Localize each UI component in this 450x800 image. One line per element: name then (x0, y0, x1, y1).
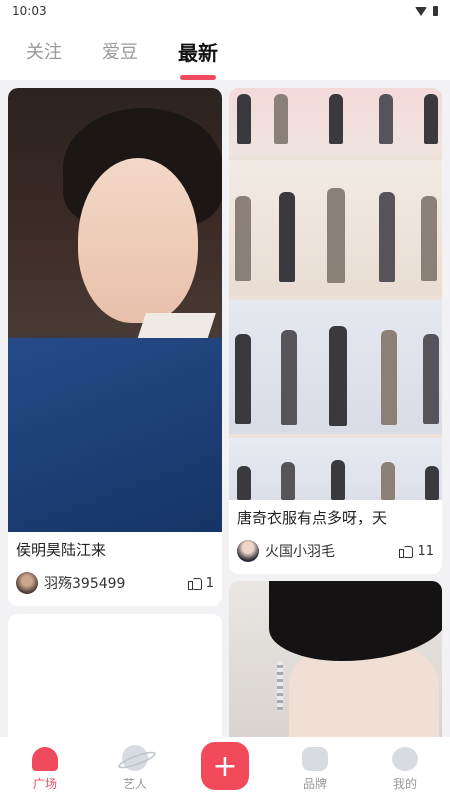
card-footer: 羽殇395499 1 (8, 566, 222, 600)
nav-label: 艺人 (122, 777, 147, 791)
nav-add[interactable]: + (190, 742, 260, 792)
battery-icon (433, 6, 438, 16)
like-button[interactable]: 11 (399, 544, 434, 559)
thumbs-up-icon (187, 576, 202, 590)
feed[interactable]: 侯明昊陆江来 羽殇395499 1 唐奇衣服有点多呀，天 火国小羽毛 11 (0, 80, 450, 737)
nav-profile[interactable]: 我的 (370, 747, 440, 792)
feed-card[interactable] (8, 614, 222, 737)
tab-idol[interactable]: 爱豆 (102, 22, 138, 80)
card-footer: 火国小羽毛 11 (229, 534, 442, 568)
nav-label: 我的 (392, 777, 417, 791)
author-name: 羽殇395499 (44, 576, 126, 592)
card-image[interactable] (229, 581, 442, 737)
nav-artist[interactable]: 艺人 (100, 745, 170, 792)
feed-card[interactable] (229, 581, 442, 737)
nav-label: 品牌 (302, 777, 327, 791)
card-title: 唐奇衣服有点多呀，天 (237, 508, 388, 527)
avatar (16, 572, 38, 594)
card-author[interactable]: 羽殇395499 (16, 572, 125, 594)
status-time: 10:03 (12, 4, 47, 18)
bottom-nav: 广场 艺人 + 品牌 我的 (0, 737, 450, 800)
like-count: 11 (417, 543, 434, 559)
planet-icon (122, 745, 148, 771)
card-image[interactable] (229, 88, 442, 500)
status-bar: 10:03 (0, 0, 450, 22)
tab-follow[interactable]: 关注 (26, 22, 62, 80)
card-title: 侯明昊陆江来 (16, 540, 107, 559)
thumbs-up-icon (399, 544, 414, 558)
avatar (237, 540, 259, 562)
like-button[interactable]: 1 (187, 575, 214, 591)
card-image[interactable] (8, 88, 222, 532)
status-icons (415, 6, 438, 16)
nav-label: 广场 (32, 777, 57, 791)
like-count: 1 (205, 575, 214, 591)
plaza-icon (32, 747, 58, 771)
tab-latest[interactable]: 最新 (178, 22, 218, 80)
feed-card[interactable]: 侯明昊陆江来 羽殇395499 1 (8, 88, 222, 606)
top-tabs: 关注 爱豆 最新 (0, 22, 450, 80)
add-button[interactable]: + (201, 742, 249, 790)
nav-plaza[interactable]: 广场 (10, 747, 80, 792)
profile-icon (392, 747, 418, 771)
brand-icon (302, 747, 328, 771)
nav-brand[interactable]: 品牌 (280, 747, 350, 792)
card-author[interactable]: 火国小羽毛 (237, 540, 335, 562)
author-name: 火国小羽毛 (265, 544, 335, 560)
wifi-icon (415, 6, 427, 16)
feed-card[interactable]: 唐奇衣服有点多呀，天 火国小羽毛 11 (229, 88, 442, 574)
